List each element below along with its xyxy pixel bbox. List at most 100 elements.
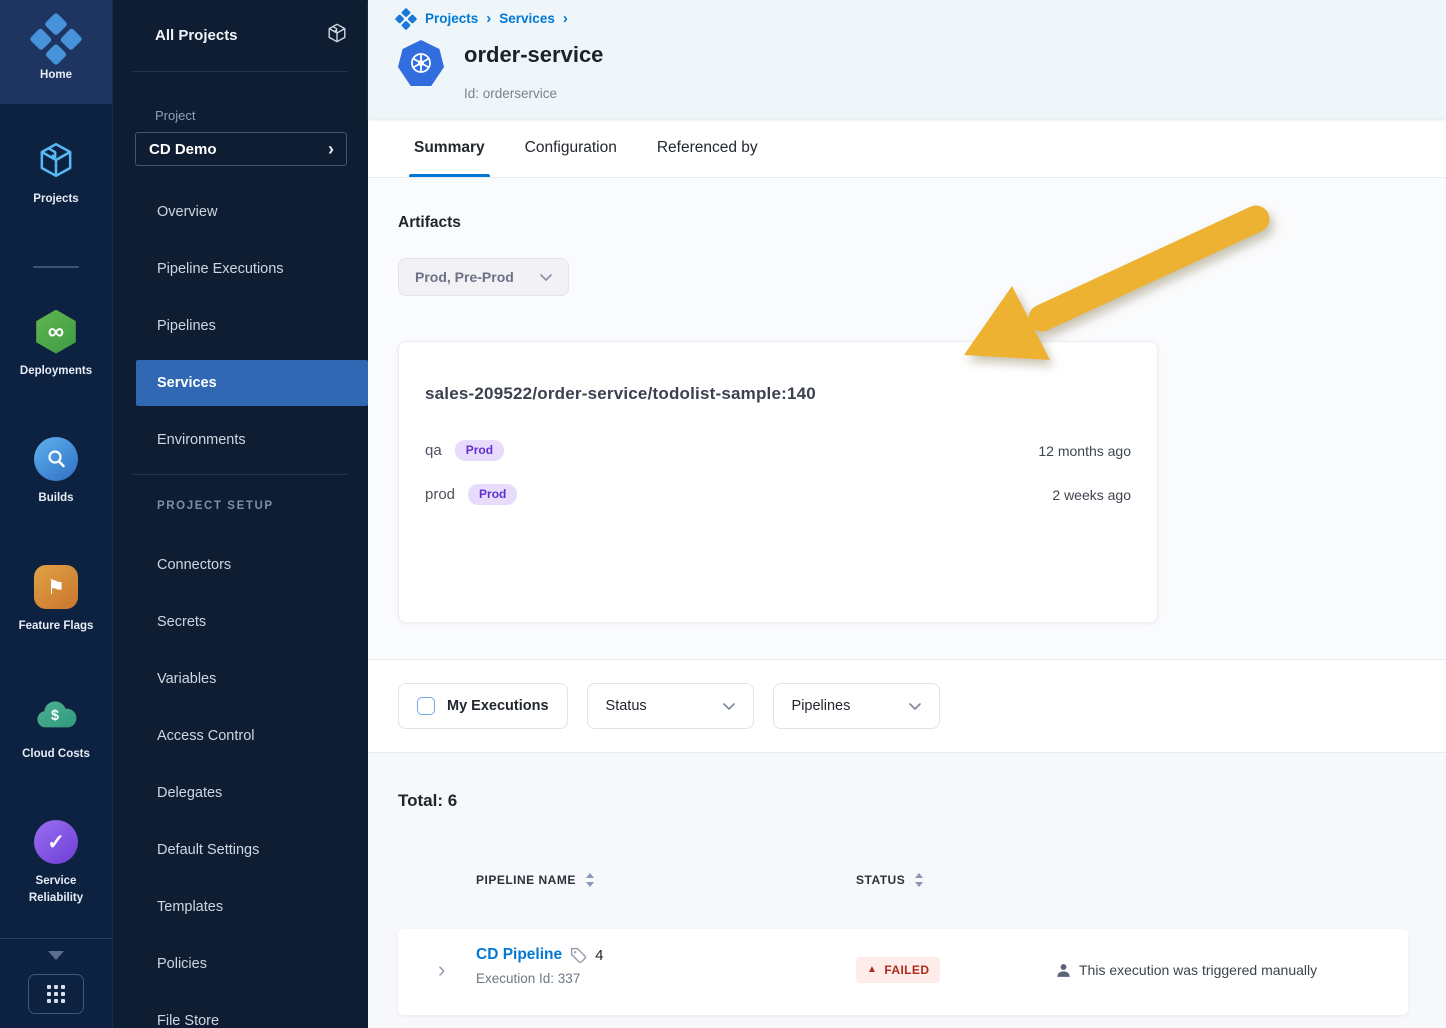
project-label: Project bbox=[155, 108, 368, 123]
env-name: qa bbox=[425, 442, 442, 459]
pipelines-filter-label: Pipelines bbox=[792, 698, 851, 714]
rail-item-projects[interactable]: Projects bbox=[8, 138, 104, 208]
service-tabs: Summary Configuration Referenced by bbox=[368, 118, 1446, 178]
cube-icon[interactable] bbox=[326, 22, 348, 49]
sidebar-divider bbox=[133, 71, 348, 72]
sidebar-nav: Overview Pipeline Executions Pipelines S… bbox=[113, 189, 368, 463]
rail-bottom-divider bbox=[0, 938, 112, 939]
my-executions-toggle[interactable]: My Executions bbox=[398, 683, 568, 729]
sidebar-item-default-settings[interactable]: Default Settings bbox=[113, 827, 368, 873]
expand-chevron-icon[interactable]: › bbox=[438, 957, 445, 983]
artifact-env-filter[interactable]: Prod, Pre-Prod bbox=[398, 258, 569, 296]
rail-item-cloud-costs[interactable]: $ Cloud Costs bbox=[8, 693, 104, 763]
sidebar-item-connectors[interactable]: Connectors bbox=[113, 542, 368, 588]
executions-table-header: PIPELINE NAME STATUS bbox=[398, 873, 1416, 889]
sidebar-item-access-control[interactable]: Access Control bbox=[113, 713, 368, 759]
deployments-icon: ∞ bbox=[34, 310, 78, 354]
chevron-down-icon bbox=[909, 703, 921, 710]
status-badge-failed: ▲ FAILED bbox=[856, 957, 940, 983]
status-label: FAILED bbox=[884, 963, 929, 977]
column-status[interactable]: STATUS bbox=[856, 873, 924, 887]
rail-item-deployments[interactable]: ∞ Deployments bbox=[8, 310, 104, 380]
sidebar-header: All Projects bbox=[155, 22, 348, 49]
service-id: Id: orderservice bbox=[464, 86, 557, 101]
execution-id: Execution Id: 337 bbox=[476, 971, 603, 986]
artifacts-heading: Artifacts bbox=[398, 214, 1416, 232]
user-icon bbox=[1056, 963, 1071, 978]
breadcrumb-projects[interactable]: Projects bbox=[425, 11, 478, 26]
tab-summary[interactable]: Summary bbox=[414, 118, 485, 177]
chevron-right-icon: › bbox=[563, 10, 568, 27]
chevron-right-icon: › bbox=[328, 140, 334, 158]
pipeline-name-block: CD Pipeline 4 Execution Id: 337 bbox=[476, 946, 603, 986]
harness-projects-icon bbox=[395, 7, 418, 30]
pipelines-filter-dropdown[interactable]: Pipelines bbox=[773, 683, 940, 729]
prod-badge: Prod bbox=[468, 484, 517, 505]
service-header: Projects › Services › order-service Id: … bbox=[368, 0, 1446, 118]
sidebar-item-variables[interactable]: Variables bbox=[113, 656, 368, 702]
tag-count: 4 bbox=[595, 947, 603, 964]
tab-configuration[interactable]: Configuration bbox=[525, 118, 617, 177]
rail-bottom bbox=[0, 938, 112, 1028]
column-label: STATUS bbox=[856, 873, 905, 887]
sidebar-item-environments[interactable]: Environments bbox=[113, 417, 368, 463]
executions-section: Total: 6 PIPELINE NAME STATUS › CD Pipel… bbox=[368, 753, 1446, 1028]
sort-icon[interactable] bbox=[914, 873, 924, 887]
column-label: PIPELINE NAME bbox=[476, 873, 576, 887]
sidebar-item-services[interactable]: Services bbox=[136, 360, 368, 406]
harness-home-icon bbox=[29, 12, 83, 66]
kubernetes-icon bbox=[398, 40, 444, 86]
tab-referenced-by[interactable]: Referenced by bbox=[657, 118, 758, 177]
page-title: order-service bbox=[464, 42, 603, 68]
app-window: Home Projects ∞ Deployments Builds ⚑ Fea… bbox=[0, 0, 1446, 1028]
env-name: prod bbox=[425, 486, 455, 503]
svg-text:$: $ bbox=[51, 707, 59, 723]
sort-icon[interactable] bbox=[585, 873, 595, 887]
rail-item-label: Cloud Costs bbox=[8, 746, 104, 763]
rail-item-service-reliability[interactable]: ✓ Service Reliability bbox=[8, 820, 104, 906]
rail-item-label: Projects bbox=[8, 191, 104, 208]
module-grid-button[interactable] bbox=[28, 974, 84, 1014]
rail-item-label: Deployments bbox=[8, 363, 104, 380]
all-projects-label[interactable]: All Projects bbox=[155, 27, 238, 44]
trigger-info: This execution was triggered manually bbox=[1056, 962, 1317, 978]
breadcrumb: Projects › Services › bbox=[398, 10, 1446, 27]
sidebar-item-overview[interactable]: Overview bbox=[113, 189, 368, 235]
collapse-caret-icon[interactable] bbox=[48, 951, 64, 960]
sidebar-item-secrets[interactable]: Secrets bbox=[113, 599, 368, 645]
warning-triangle-icon: ▲ bbox=[867, 965, 877, 975]
sidebar-item-policies[interactable]: Policies bbox=[113, 941, 368, 987]
rail-item-builds[interactable]: Builds bbox=[8, 437, 104, 507]
check-glyph: ✓ bbox=[47, 830, 65, 855]
chevron-down-icon bbox=[540, 274, 552, 281]
infinity-glyph: ∞ bbox=[48, 318, 64, 345]
prod-badge: Prod bbox=[455, 440, 504, 461]
executions-total: Total: 6 bbox=[398, 791, 1416, 811]
sidebar-item-pipelines[interactable]: Pipelines bbox=[113, 303, 368, 349]
rail-item-label: Feature Flags bbox=[8, 618, 104, 635]
execution-row[interactable]: › CD Pipeline 4 Execution Id: 337 ▲ FAIL… bbox=[398, 929, 1408, 1015]
artifact-title: sales-209522/order-service/todolist-samp… bbox=[425, 384, 1131, 404]
deploy-time: 12 months ago bbox=[1038, 443, 1131, 459]
project-select[interactable]: CD Demo › bbox=[135, 132, 347, 166]
service-reliability-icon: ✓ bbox=[34, 820, 78, 864]
rail-item-home[interactable]: Home bbox=[0, 0, 112, 104]
sidebar-setup-nav: Connectors Secrets Variables Access Cont… bbox=[113, 542, 368, 1028]
chevron-down-icon bbox=[723, 703, 735, 710]
column-pipeline-name[interactable]: PIPELINE NAME bbox=[476, 873, 595, 887]
project-sidebar: All Projects Project CD Demo › Overview … bbox=[113, 0, 368, 1028]
rail-item-label: Home bbox=[8, 67, 104, 84]
breadcrumb-services[interactable]: Services bbox=[499, 11, 555, 26]
status-filter-dropdown[interactable]: Status bbox=[587, 683, 754, 729]
my-executions-checkbox[interactable] bbox=[417, 697, 435, 715]
artifact-env-row: prod Prod 2 weeks ago bbox=[425, 484, 1131, 505]
sidebar-item-delegates[interactable]: Delegates bbox=[113, 770, 368, 816]
pipeline-name-link[interactable]: CD Pipeline bbox=[476, 946, 562, 964]
sidebar-item-templates[interactable]: Templates bbox=[113, 884, 368, 930]
artifact-card: sales-209522/order-service/todolist-samp… bbox=[398, 341, 1158, 623]
rail-item-feature-flags[interactable]: ⚑ Feature Flags bbox=[8, 565, 104, 635]
sidebar-item-pipeline-executions[interactable]: Pipeline Executions bbox=[113, 246, 368, 292]
flag-glyph: ⚑ bbox=[47, 575, 65, 600]
grid-icon bbox=[47, 985, 65, 1003]
sidebar-item-file-store[interactable]: File Store bbox=[113, 998, 368, 1028]
